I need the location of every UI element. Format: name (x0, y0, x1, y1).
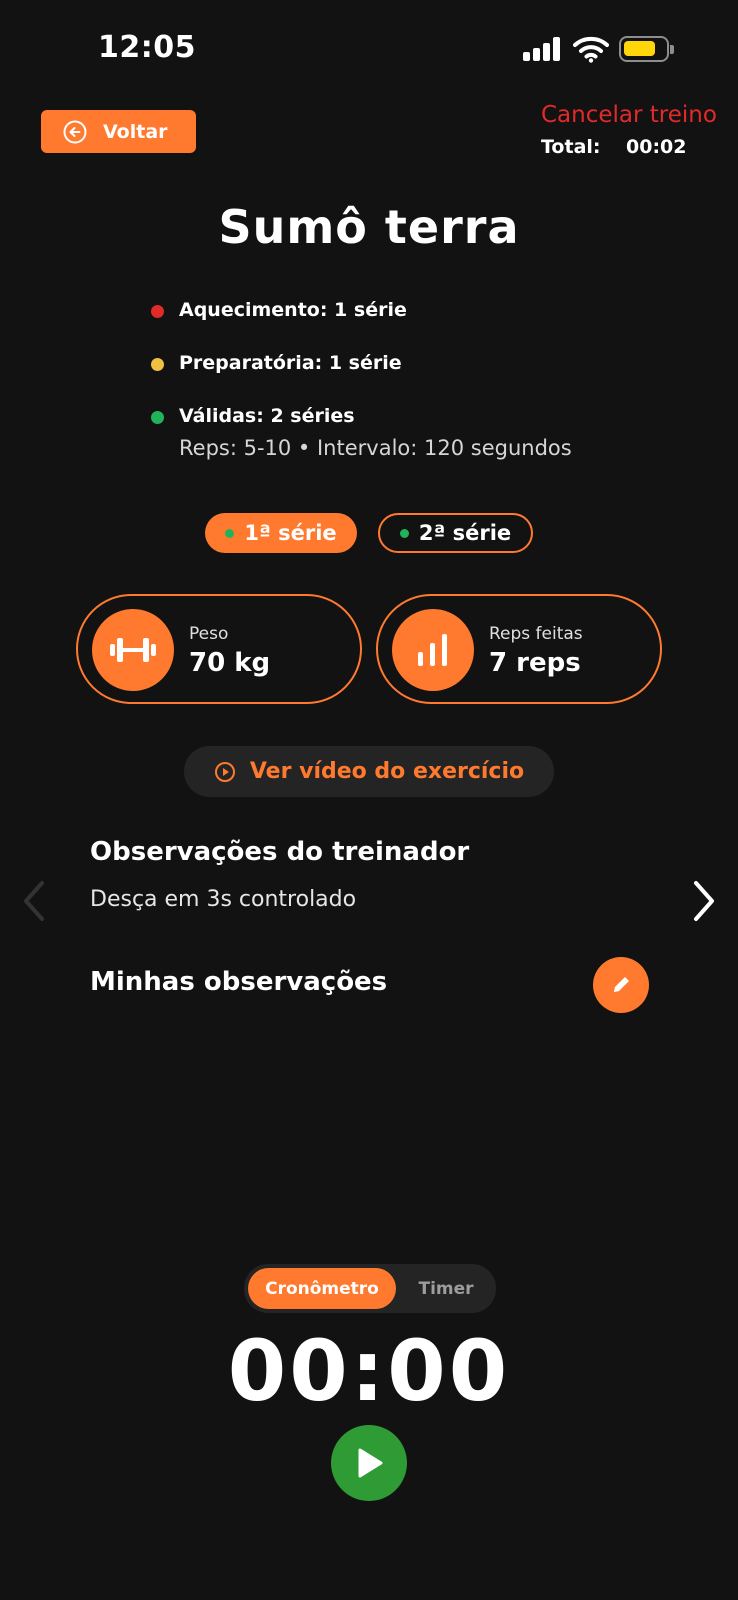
reps-card[interactable]: Reps feitas 7 reps (376, 594, 662, 704)
chevron-left-icon[interactable] (22, 880, 46, 922)
mode-stopwatch[interactable]: Cronômetro (248, 1268, 396, 1309)
dumbbell-icon (110, 638, 156, 662)
coach-notes-title: Observações do treinador (90, 837, 470, 867)
watch-video-button[interactable]: Ver vídeo do exercício (184, 746, 554, 797)
pencil-icon (614, 977, 629, 992)
total-time-label: Total: (541, 136, 601, 158)
wifi-icon (573, 36, 609, 63)
edit-notes-button[interactable] (593, 957, 649, 1013)
back-button-label: Voltar (103, 120, 168, 143)
arrow-left-circle-icon (63, 120, 87, 143)
play-button[interactable] (331, 1425, 407, 1501)
cancel-workout-link[interactable]: Cancelar treino (541, 102, 717, 128)
play-icon (358, 1448, 383, 1478)
warmup-sets: Aquecimento: 1 série (179, 299, 407, 321)
tab-serie-1[interactable]: 1ª série (205, 513, 357, 553)
serie-2-label: 2ª série (418, 521, 512, 545)
reps-value: 7 reps (489, 648, 581, 678)
valid-sets: Válidas: 2 séries (179, 405, 355, 427)
signal-icon (523, 37, 561, 61)
reps-label: Reps feitas (489, 624, 583, 644)
reps-icon-circle (392, 609, 474, 691)
weight-card[interactable]: Peso 70 kg (76, 594, 362, 704)
timer-display: 00:00 (227, 1322, 511, 1420)
my-notes-title: Minhas observações (90, 967, 388, 997)
weight-icon-circle (92, 609, 174, 691)
bar-chart-icon (418, 634, 447, 666)
preparatory-dot (151, 358, 164, 371)
watch-video-label: Ver vídeo do exercício (249, 759, 525, 784)
weight-value: 70 kg (189, 648, 271, 678)
exercise-title: Sumô terra (218, 200, 520, 254)
back-button[interactable]: Voltar (41, 110, 196, 153)
warmup-dot (151, 305, 164, 318)
chevron-right-icon[interactable] (692, 880, 716, 922)
serie-1-label: 1ª série (244, 521, 337, 545)
tab-serie-2[interactable]: 2ª série (378, 513, 533, 553)
preparatory-sets: Preparatória: 1 série (179, 352, 402, 374)
valid-dot (151, 411, 164, 424)
weight-label: Peso (189, 624, 229, 644)
status-time: 12:05 (98, 30, 196, 65)
serie-2-dot (399, 528, 409, 538)
total-time-value: 00:02 (626, 136, 687, 158)
timer-mode-switch[interactable]: Cronômetro Timer (244, 1264, 496, 1313)
mode-timer[interactable]: Timer (400, 1268, 492, 1309)
battery-icon (619, 36, 674, 62)
reps-interval-info: Reps: 5-10 • Intervalo: 120 segundos (179, 436, 572, 460)
coach-notes-text: Desça em 3s controlado (90, 887, 357, 912)
serie-1-dot (225, 528, 235, 538)
play-circle-icon (214, 761, 235, 782)
